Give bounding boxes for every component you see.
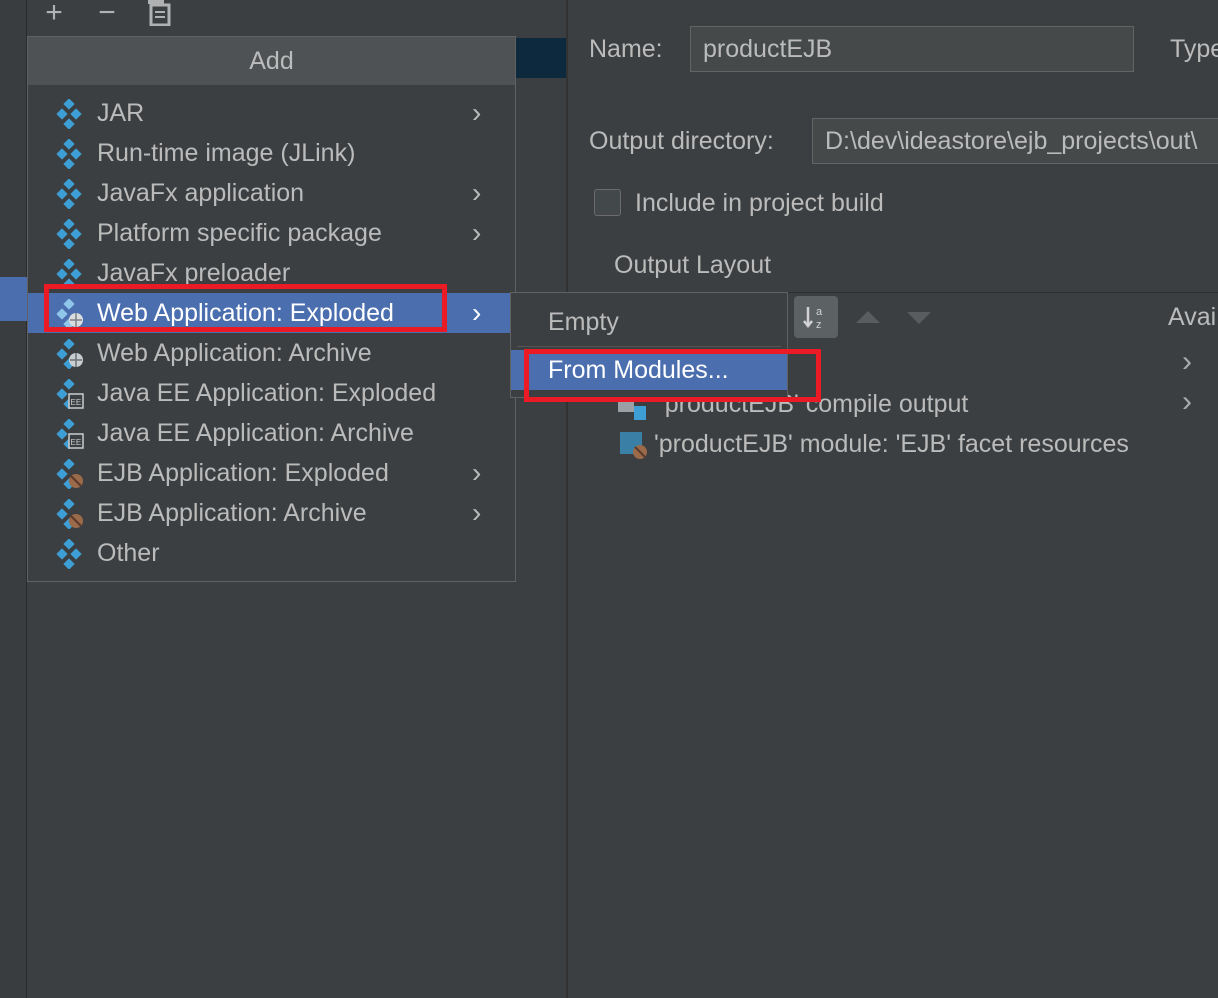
layout-item-label: 'productEJB' module: 'EJB' facet resourc… — [654, 430, 1129, 458]
menu-item-ejb-application-exploded[interactable]: EJB Application: Exploded › — [28, 453, 515, 493]
javaee-artifact-icon: EE — [54, 418, 84, 450]
menu-item-javafx-application[interactable]: JavaFx application › — [28, 173, 515, 213]
chevron-right-icon: › — [472, 297, 482, 328]
chevron-right-icon[interactable]: › — [1182, 387, 1192, 417]
submenu-item-empty[interactable]: Empty — [511, 302, 787, 342]
type-label: Type — [1170, 35, 1218, 63]
menu-item-label: Web Application: Archive — [97, 339, 372, 367]
menu-item-ejb-application-archive[interactable]: EJB Application: Archive › — [28, 493, 515, 533]
move-down-icon[interactable] — [907, 312, 931, 324]
chevron-right-icon[interactable]: › — [1182, 347, 1192, 377]
menu-item-label: EJB Application: Exploded — [97, 459, 389, 487]
artifact-icon — [54, 138, 84, 170]
artifact-icon — [54, 258, 84, 290]
menu-item-web-application-archive[interactable]: Web Application: Archive — [28, 333, 515, 373]
left-side-strip — [0, 0, 27, 998]
web-application-submenu: Empty From Modules... — [510, 292, 788, 398]
menu-item-platform-specific-package[interactable]: Platform specific package › — [28, 213, 515, 253]
menu-item-label: EJB Application: Archive — [97, 499, 367, 527]
menu-item-label: Java EE Application: Archive — [97, 419, 414, 447]
menu-item-jar[interactable]: JAR › — [28, 93, 515, 133]
panel-divider[interactable] — [566, 0, 568, 998]
output-directory-label: Output directory: — [589, 127, 774, 155]
chevron-right-icon: › — [472, 497, 482, 528]
plus-icon[interactable]: + — [40, 0, 68, 28]
menu-item-javafx-preloader[interactable]: JavaFx preloader — [28, 253, 515, 293]
output-layout-tab[interactable]: Output Layout — [614, 248, 771, 282]
artifact-icon — [54, 538, 84, 570]
menu-item-other[interactable]: Other — [28, 533, 515, 573]
menu-item-javaee-application-archive[interactable]: EE Java EE Application: Archive — [28, 413, 515, 453]
menu-item-label: Other — [97, 539, 160, 567]
web-artifact-icon — [54, 298, 84, 330]
artifact-icon — [54, 98, 84, 130]
ejb-artifact-icon — [54, 498, 84, 530]
name-label: Name: — [589, 35, 663, 63]
svg-text:a: a — [816, 306, 823, 318]
menu-item-label: JAR — [97, 99, 145, 127]
chevron-right-icon: › — [472, 457, 482, 488]
artifact-icon — [54, 178, 84, 210]
menu-item-runtime-image[interactable]: Run-time image (JLink) — [28, 133, 515, 173]
menu-item-label: Web Application: Exploded — [97, 299, 394, 327]
svg-text:EE: EE — [71, 398, 82, 407]
menu-item-label: Run-time image (JLink) — [97, 139, 356, 167]
submenu-separator — [517, 346, 781, 347]
submenu-item-label: Empty — [548, 308, 619, 336]
chevron-right-icon: › — [472, 217, 482, 248]
include-in-build-label[interactable]: Include in project build — [635, 186, 884, 220]
javaee-artifact-icon: EE — [54, 378, 84, 410]
submenu-item-from-modules[interactable]: From Modules... — [511, 350, 787, 390]
menu-item-web-application-exploded[interactable]: Web Application: Exploded › — [28, 293, 515, 333]
menu-item-label: Platform specific package — [97, 219, 382, 247]
layout-item-ejb-facet-resources[interactable]: 'productEJB' module: 'EJB' facet resourc… — [618, 428, 1158, 464]
move-up-icon[interactable] — [856, 311, 880, 323]
ejb-facet-icon — [618, 430, 650, 462]
menu-item-javaee-application-exploded[interactable]: EE Java EE Application: Exploded — [28, 373, 515, 413]
include-in-build-checkbox[interactable] — [594, 189, 621, 216]
web-artifact-icon — [54, 338, 84, 370]
submenu-item-label: From Modules... — [548, 356, 729, 384]
menu-item-label: JavaFx application — [97, 179, 305, 207]
ejb-artifact-icon — [54, 458, 84, 490]
minus-icon[interactable]: − — [93, 0, 121, 28]
menu-title: Add — [28, 37, 515, 85]
add-artifact-popup-menu: Add JAR › Run-time image (JLink) JavaFx … — [27, 36, 516, 582]
svg-text:z: z — [816, 319, 822, 331]
svg-text:EE: EE — [71, 438, 82, 447]
menu-item-label: JavaFx preloader — [97, 259, 291, 287]
menu-item-label: Java EE Application: Exploded — [97, 379, 437, 407]
left-strip-selection — [0, 277, 27, 321]
chevron-right-icon: › — [472, 177, 482, 208]
output-directory-field[interactable]: D:\dev\ideastore\ejb_projects\out\ — [812, 118, 1218, 164]
available-elements-label: Avai — [1168, 303, 1217, 331]
copy-icon[interactable] — [145, 0, 173, 26]
name-field[interactable]: productEJB — [690, 26, 1134, 72]
artifact-icon — [54, 218, 84, 250]
sort-alphabetically-icon[interactable]: az — [794, 296, 838, 338]
chevron-right-icon: › — [472, 97, 482, 128]
artifacts-list-selected-row[interactable] — [515, 38, 566, 78]
